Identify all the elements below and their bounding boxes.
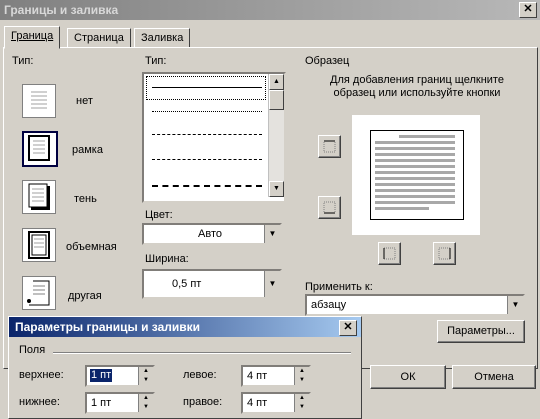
color-label: Цвет: xyxy=(145,209,173,221)
setting-none-icon[interactable] xyxy=(22,84,56,118)
close-button[interactable]: ✕ xyxy=(519,2,537,18)
preview-label: Образец xyxy=(305,55,350,67)
window-title: Границы и заливка xyxy=(4,3,119,17)
line-style-dashed[interactable] xyxy=(152,159,262,160)
border-top-icon xyxy=(323,140,336,153)
setting-box-icon[interactable] xyxy=(22,131,58,167)
margins-group-label: Поля xyxy=(19,344,46,356)
tab-shading-label: Заливка xyxy=(141,32,184,44)
bottom-margin-up-icon[interactable]: ▲ xyxy=(138,394,153,403)
line-style-list[interactable]: ▲ ▼ xyxy=(142,72,286,203)
line-style-dashed-small[interactable] xyxy=(152,134,262,135)
scroll-thumb[interactable] xyxy=(269,90,284,110)
right-margin-up-icon[interactable]: ▲ xyxy=(294,394,309,403)
right-margin-label: правое: xyxy=(183,396,223,408)
tab-border-label: Граница xyxy=(11,30,54,42)
color-value: Авто xyxy=(198,228,222,240)
color-select[interactable]: Авто ▼ xyxy=(142,223,282,245)
setting-box-label: рамка xyxy=(72,144,103,156)
border-top-button[interactable] xyxy=(318,135,341,158)
top-margin-down-icon[interactable]: ▼ xyxy=(138,376,153,385)
border-bottom-icon xyxy=(323,201,336,214)
style-label: Тип: xyxy=(145,55,167,67)
border-right-icon xyxy=(438,247,451,260)
options-button[interactable]: Параметры... xyxy=(437,320,525,343)
tab-shading[interactable]: Заливка xyxy=(134,28,191,48)
line-style-scrollbar[interactable]: ▲ ▼ xyxy=(268,74,284,197)
tab-page-label: Страница xyxy=(74,32,124,44)
setting-3d-icon[interactable] xyxy=(22,228,56,262)
setting-shadow-label: тень xyxy=(74,193,97,205)
top-margin-value: 1 пт xyxy=(90,369,113,382)
preview-page[interactable] xyxy=(370,130,464,220)
left-margin-label: левое: xyxy=(183,369,217,381)
border-left-icon xyxy=(383,247,396,260)
top-margin-label: верхнее: xyxy=(19,369,64,381)
setting-3d-label: объемная xyxy=(66,241,117,253)
bottom-margin-input[interactable]: 1 пт ▲ ▼ xyxy=(85,392,155,414)
setting-custom-icon[interactable] xyxy=(22,276,56,310)
apply-to-value: абзацу xyxy=(311,299,347,311)
cancel-button[interactable]: Отмена xyxy=(452,365,536,389)
apply-to-dropdown-icon[interactable]: ▼ xyxy=(507,296,523,314)
left-margin-input[interactable]: 4 пт ▲ ▼ xyxy=(241,365,311,387)
setting-shadow-icon[interactable] xyxy=(22,180,56,214)
right-margin-down-icon[interactable]: ▼ xyxy=(294,403,309,412)
apply-to-select[interactable]: абзацу ▼ xyxy=(305,294,525,316)
bottom-margin-down-icon[interactable]: ▼ xyxy=(138,403,153,412)
bottom-margin-value: 1 пт xyxy=(91,397,112,409)
options-dialog-titlebar: Параметры границы и заливки ✕ xyxy=(9,317,361,337)
title-bar: Границы и заливка ✕ xyxy=(0,0,540,20)
tab-border[interactable]: Граница xyxy=(4,26,61,49)
bottom-margin-label: нижнее: xyxy=(19,396,60,408)
line-style-dotted[interactable] xyxy=(152,111,262,112)
left-margin-up-icon[interactable]: ▲ xyxy=(294,367,309,376)
options-dialog-title: Параметры границы и заливки xyxy=(15,320,201,334)
preview-hint: Для добавления границ щелкните образец и… xyxy=(330,74,504,99)
color-dropdown-icon[interactable]: ▼ xyxy=(264,225,280,243)
setting-none-label: нет xyxy=(76,95,93,107)
line-style-solid[interactable] xyxy=(152,87,262,88)
setting-custom-label: другая xyxy=(68,290,102,302)
top-margin-up-icon[interactable]: ▲ xyxy=(138,367,153,376)
right-margin-value: 4 пт xyxy=(247,397,268,409)
width-label: Ширина: xyxy=(145,253,189,265)
preview-text-lines xyxy=(375,135,455,210)
width-value: 0,5 пт xyxy=(172,278,202,290)
scroll-down-icon[interactable]: ▼ xyxy=(269,181,284,197)
width-select[interactable]: 0,5 пт ▼ xyxy=(142,269,282,299)
ok-button[interactable]: ОК xyxy=(370,365,446,389)
top-margin-input[interactable]: 1 пт ▲ ▼ xyxy=(85,365,155,387)
border-right-button[interactable] xyxy=(433,242,456,265)
width-dropdown-icon[interactable]: ▼ xyxy=(264,271,280,297)
line-style-selected[interactable] xyxy=(146,76,266,100)
apply-to-label: Применить к: xyxy=(305,281,373,293)
border-bottom-button[interactable] xyxy=(318,196,341,219)
margins-group-divider xyxy=(53,352,351,354)
tab-page[interactable]: Страница xyxy=(67,28,131,48)
setting-label: Тип: xyxy=(12,55,34,67)
options-dialog-close-button[interactable]: ✕ xyxy=(339,320,357,336)
left-margin-down-icon[interactable]: ▼ xyxy=(294,376,309,385)
right-margin-input[interactable]: 4 пт ▲ ▼ xyxy=(241,392,311,414)
line-style-dash-dot[interactable] xyxy=(152,185,262,187)
left-margin-value: 4 пт xyxy=(247,370,268,382)
preview-area[interactable] xyxy=(352,115,480,235)
options-dialog: Параметры границы и заливки ✕ Поля верхн… xyxy=(8,316,362,419)
scroll-up-icon[interactable]: ▲ xyxy=(269,74,284,90)
border-left-button[interactable] xyxy=(378,242,401,265)
tab-bar: Граница Страница Заливка xyxy=(0,26,540,49)
